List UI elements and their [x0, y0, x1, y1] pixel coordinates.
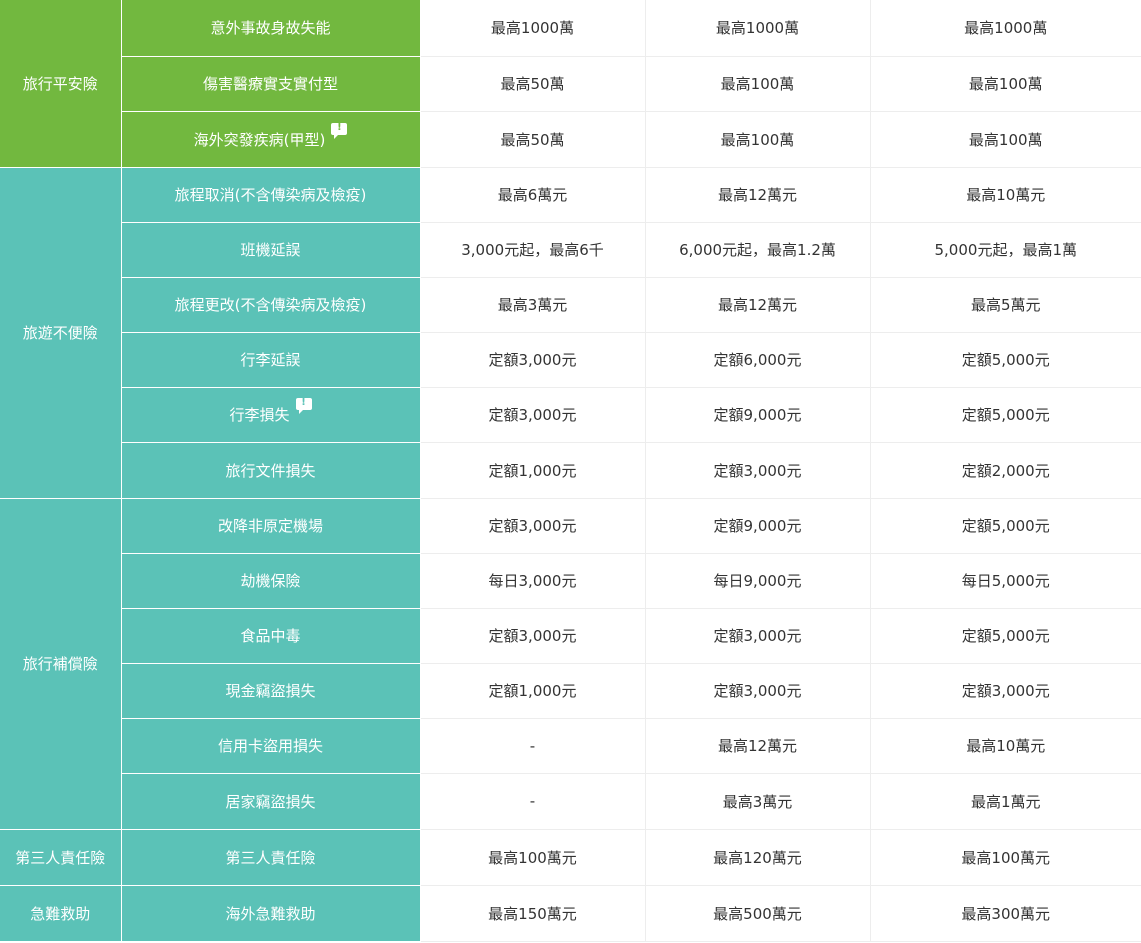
plan-value-cell: 最高150萬元 [420, 885, 646, 942]
plan-value-cell: 最高10萬元 [870, 167, 1141, 223]
table-row: 海外突發疾病(甲型) 最高50萬 最高100萬 最高100萬 [0, 111, 1141, 168]
category-cell: 旅行補償險 [0, 498, 122, 830]
plan-value-cell: 定額5,000元 [870, 332, 1141, 388]
plan-value-cell: 定額1,000元 [420, 442, 646, 499]
coverage-item-cell: 海外突發疾病(甲型) [121, 111, 421, 168]
plan-value-cell: 定額3,000元 [645, 442, 871, 499]
plan-value-cell: 定額5,000元 [870, 608, 1141, 664]
table-row: 居家竊盜損失 - 最高3萬元 最高1萬元 [0, 773, 1141, 830]
coverage-item-cell: 傷害醫療實支實付型 [121, 56, 421, 112]
plan-value-cell: 最高100萬 [645, 111, 871, 168]
coverage-item-cell: 現金竊盜損失 [121, 663, 421, 719]
table-row: 傷害醫療實支實付型 最高50萬 最高100萬 最高100萬 [0, 56, 1141, 112]
table-row: 旅行平安險 意外事故身故失能 最高1000萬 最高1000萬 最高1000萬 [0, 0, 1141, 168]
table-row: 旅遊不便險 旅程取消(不含傳染病及檢疫) 最高6萬元 最高12萬元 最高10萬元 [0, 167, 1141, 499]
plan-value-cell: 最高300萬元 [870, 885, 1141, 942]
category-cell: 旅遊不便險 [0, 167, 122, 499]
plan-value-cell: 定額1,000元 [420, 663, 646, 719]
plan-value-cell: 定額3,000元 [645, 663, 871, 719]
plan-value-cell: 最高1萬元 [870, 773, 1141, 830]
table-row: 現金竊盜損失 定額1,000元 定額3,000元 定額3,000元 [0, 663, 1141, 719]
plan-value-cell: - [420, 773, 646, 830]
table-row: 行李延誤 定額3,000元 定額6,000元 定額5,000元 [0, 332, 1141, 388]
plan-value-cell: 定額3,000元 [420, 608, 646, 664]
table-row: 信用卡盜用損失 - 最高12萬元 最高10萬元 [0, 718, 1141, 774]
plan-value-cell: 最高100萬 [870, 56, 1141, 112]
table-row: 行李損失 定額3,000元 定額9,000元 定額5,000元 [0, 387, 1141, 443]
coverage-item-cell: 居家竊盜損失 [121, 773, 421, 830]
category-cell: 旅行平安險 [0, 0, 122, 168]
category-cell: 第三人責任險 [0, 829, 122, 886]
plan-value-cell: 每日3,000元 [420, 553, 646, 609]
coverage-item-cell: 行李損失 [121, 387, 421, 443]
table-row: 旅行補償險 改降非原定機場 定額3,000元 定額9,000元 定額5,000元 [0, 498, 1141, 830]
note-bubble-icon[interactable] [295, 396, 312, 414]
table-row: 旅行文件損失 定額1,000元 定額3,000元 定額2,000元 [0, 442, 1141, 499]
coverage-comparison-table: 旅行平安險 意外事故身故失能 最高1000萬 最高1000萬 最高1000萬 傷… [0, 0, 1141, 942]
plan-value-cell: 定額9,000元 [645, 387, 871, 443]
plan-value-cell: 最高3萬元 [645, 773, 871, 830]
plan-value-cell: 定額6,000元 [645, 332, 871, 388]
plan-value-cell: 最高120萬元 [645, 829, 871, 886]
plan-value-cell: 最高100萬元 [870, 829, 1141, 886]
coverage-item-cell: 劫機保險 [121, 553, 421, 609]
table-row: 第三人責任險 第三人責任險 最高100萬元 最高120萬元 最高100萬元 [0, 829, 1141, 886]
plan-value-cell: 最高6萬元 [420, 167, 646, 223]
coverage-item-cell: 海外急難救助 [121, 885, 421, 942]
coverage-item-cell: 信用卡盜用損失 [121, 718, 421, 774]
plan-value-cell: 定額3,000元 [420, 498, 646, 554]
plan-value-cell: 定額3,000元 [420, 332, 646, 388]
table-row: 班機延誤 3,000元起，最高6千 6,000元起，最高1.2萬 5,000元起… [0, 222, 1141, 278]
plan-value-cell: 定額3,000元 [420, 387, 646, 443]
plan-value-cell: 每日9,000元 [645, 553, 871, 609]
note-bubble-icon[interactable] [331, 121, 348, 139]
plan-value-cell: 最高12萬元 [645, 167, 871, 223]
coverage-item-cell: 旅行文件損失 [121, 442, 421, 499]
plan-value-cell: 定額5,000元 [870, 387, 1141, 443]
plan-value-cell: 定額5,000元 [870, 498, 1141, 554]
plan-value-cell: 最高500萬元 [645, 885, 871, 942]
plan-value-cell: 最高5萬元 [870, 277, 1141, 333]
coverage-item-cell: 旅程取消(不含傳染病及檢疫) [121, 167, 421, 223]
plan-value-cell: 最高1000萬 [870, 0, 1141, 57]
plan-value-cell: 最高1000萬 [420, 0, 646, 57]
plan-value-cell: 3,000元起，最高6千 [420, 222, 646, 278]
coverage-item-cell: 食品中毒 [121, 608, 421, 664]
plan-value-cell: 定額9,000元 [645, 498, 871, 554]
plan-value-cell: 最高12萬元 [645, 277, 871, 333]
plan-value-cell: 最高100萬元 [420, 829, 646, 886]
plan-value-cell: 定額2,000元 [870, 442, 1141, 499]
coverage-item-cell: 班機延誤 [121, 222, 421, 278]
plan-value-cell: 6,000元起，最高1.2萬 [645, 222, 871, 278]
plan-value-cell: 最高50萬 [420, 111, 646, 168]
plan-value-cell: 最高1000萬 [645, 0, 871, 57]
category-cell: 急難救助 [0, 885, 122, 942]
coverage-item-cell: 第三人責任險 [121, 829, 421, 886]
plan-value-cell: 定額3,000元 [870, 663, 1141, 719]
plan-value-cell: 每日5,000元 [870, 553, 1141, 609]
coverage-item-cell: 意外事故身故失能 [121, 0, 421, 57]
coverage-item-cell: 改降非原定機場 [121, 498, 421, 554]
plan-value-cell: 定額3,000元 [645, 608, 871, 664]
plan-value-cell: - [420, 718, 646, 774]
table-row: 食品中毒 定額3,000元 定額3,000元 定額5,000元 [0, 608, 1141, 664]
table-row: 旅程更改(不含傳染病及檢疫) 最高3萬元 最高12萬元 最高5萬元 [0, 277, 1141, 333]
plan-value-cell: 最高50萬 [420, 56, 646, 112]
plan-value-cell: 最高100萬 [870, 111, 1141, 168]
table-row: 急難救助 海外急難救助 最高150萬元 最高500萬元 最高300萬元 [0, 885, 1141, 942]
plan-value-cell: 最高3萬元 [420, 277, 646, 333]
plan-value-cell: 最高12萬元 [645, 718, 871, 774]
coverage-item-cell: 旅程更改(不含傳染病及檢疫) [121, 277, 421, 333]
plan-value-cell: 最高10萬元 [870, 718, 1141, 774]
plan-value-cell: 5,000元起，最高1萬 [870, 222, 1141, 278]
table-row: 劫機保險 每日3,000元 每日9,000元 每日5,000元 [0, 553, 1141, 609]
plan-value-cell: 最高100萬 [645, 56, 871, 112]
coverage-item-cell: 行李延誤 [121, 332, 421, 388]
